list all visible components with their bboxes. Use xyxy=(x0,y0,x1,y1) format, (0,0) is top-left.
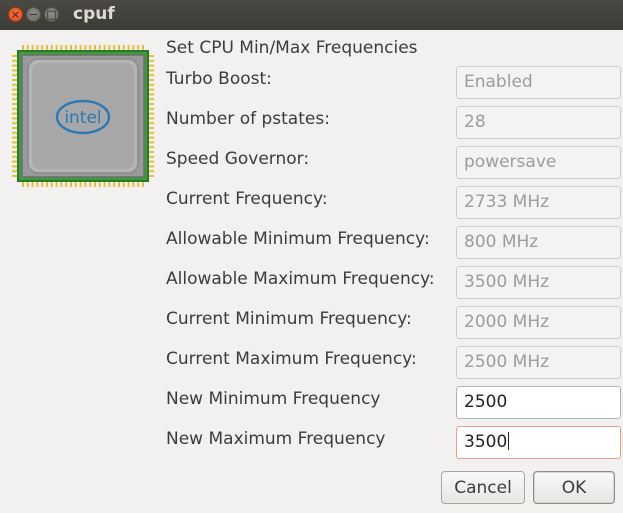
new-minimum-frequency-label: New Minimum Frequency xyxy=(166,389,381,409)
close-icon[interactable]: × xyxy=(8,7,23,22)
current-maximum-frequency-value: 2500 MHz xyxy=(464,352,550,372)
allowable-maximum-frequency-field: 3500 MHz xyxy=(456,266,621,299)
number-of-pstates-value: 28 xyxy=(464,112,486,132)
allowable-minimum-frequency-label: Allowable Minimum Frequency: xyxy=(166,229,430,249)
speed-governor-value: powersave xyxy=(464,152,557,172)
text-caret xyxy=(508,432,510,450)
turbo-boost-field: Enabled xyxy=(456,66,621,99)
maximize-icon[interactable]: □ xyxy=(44,7,59,22)
intel-logo: intel xyxy=(64,108,101,128)
new-minimum-frequency-value: 2500 xyxy=(464,392,508,412)
turbo-boost-value: Enabled xyxy=(464,72,533,92)
allowable-maximum-frequency-value: 3500 MHz xyxy=(464,272,550,292)
allowable-minimum-frequency-value: 800 MHz xyxy=(464,232,539,252)
allowable-minimum-frequency-field: 800 MHz xyxy=(456,226,621,259)
current-minimum-frequency-value: 2000 MHz xyxy=(464,312,550,332)
new-maximum-frequency-input[interactable]: 3500 xyxy=(456,426,621,459)
ok-button[interactable]: OK xyxy=(533,471,615,504)
current-minimum-frequency-field: 2000 MHz xyxy=(456,306,621,339)
current-frequency-value: 2733 MHz xyxy=(464,192,550,212)
new-maximum-frequency-value: 3500 xyxy=(464,432,508,452)
minimize-icon[interactable]: − xyxy=(26,7,41,22)
number-of-pstates-label: Number of pstates: xyxy=(166,109,330,129)
new-minimum-frequency-input[interactable]: 2500 xyxy=(456,386,621,419)
number-of-pstates-field: 28 xyxy=(456,106,621,139)
current-frequency-field: 2733 MHz xyxy=(456,186,621,219)
turbo-boost-label: Turbo Boost: xyxy=(166,69,272,89)
cancel-button[interactable]: Cancel xyxy=(441,471,525,504)
window-title: cpuf xyxy=(73,4,115,24)
dialog-heading: Set CPU Min/Max Frequencies xyxy=(166,38,418,58)
speed-governor-field: powersave xyxy=(456,146,621,179)
current-frequency-label: Current Frequency: xyxy=(166,189,328,209)
title-bar: × − □ cpuf xyxy=(0,0,623,30)
speed-governor-label: Speed Governor: xyxy=(166,149,310,169)
current-minimum-frequency-label: Current Minimum Frequency: xyxy=(166,309,412,329)
current-maximum-frequency-field: 2500 MHz xyxy=(456,346,621,379)
intel-cpu-icon: intel xyxy=(12,45,154,187)
allowable-maximum-frequency-label: Allowable Maximum Frequency: xyxy=(166,269,435,289)
new-maximum-frequency-label: New Maximum Frequency xyxy=(166,429,386,449)
current-maximum-frequency-label: Current Maximum Frequency: xyxy=(166,349,417,369)
